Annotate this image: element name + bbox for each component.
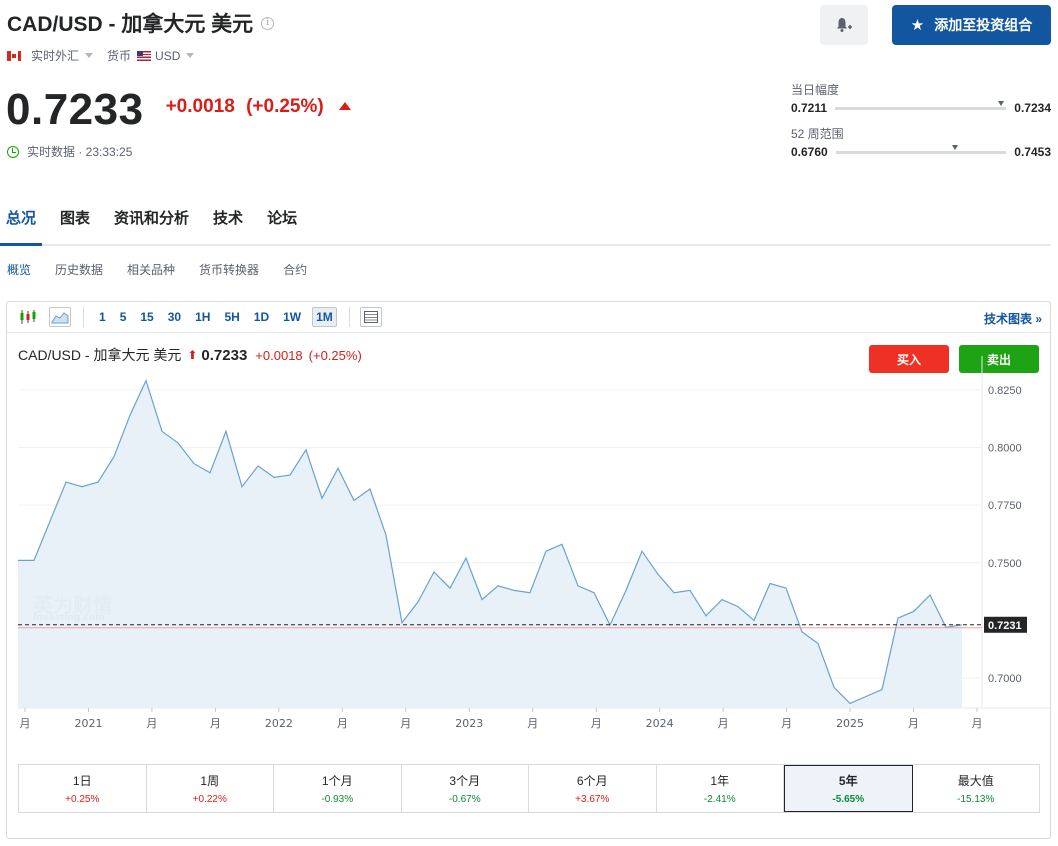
star-icon: ★ [910,17,925,34]
x-tick-label: 2022 [265,717,293,730]
subtab-related-instruments[interactable]: 相关品种 [127,261,175,278]
week52-range: 52 周范围 0.6760 0.7453 [791,125,1051,159]
currency-label: 货币 [107,49,132,63]
performance-period-value: -0.93% [321,794,354,805]
performance-period[interactable]: 5年 -5.65% [784,765,913,812]
tab-forum[interactable]: 论坛 [261,208,303,246]
x-tick-label: 月 [908,717,919,730]
performance-period[interactable]: 6个月 +3.67% [529,765,657,812]
info-icon[interactable]: i [261,16,275,30]
add-to-portfolio-label: 添加至投资组合 [934,17,1033,33]
day-range-bar [835,100,1007,110]
title-row: CAD/USD - 加拿大元 美元 i [7,8,275,38]
performance-period[interactable]: 1个月 -0.93% [274,765,402,812]
tab-news-analysis[interactable]: 资讯和分析 [108,208,195,246]
price-row: 0.7233 +0.0018 (+0.25%) [6,85,351,135]
subtab-currency-converter[interactable]: 货币转换器 [199,261,259,278]
chevron-down-icon[interactable] [186,53,195,58]
performance-period[interactable]: 最大值 -15.13% [913,765,1040,812]
performance-period-label: 3个月 [449,774,481,788]
x-tick-label: 月 [972,717,983,730]
performance-period[interactable]: 3个月 -0.67% [402,765,529,812]
chart-widget: 1 5 15 30 1H 5H 1D 1W 1M 技术图表 » CAD/USD … [6,301,1051,839]
up-triangle-icon [338,102,351,110]
day-range-high: 0.7234 [1014,101,1051,115]
x-tick-label: 2025 [836,717,864,730]
page-title: CAD/USD - 加拿大元 美元 [7,13,254,36]
x-tick-label: 月 [781,717,792,730]
x-tick-label: 月 [718,717,729,730]
live-status: 实时数据 · 23:33:25 [7,143,132,160]
y-tick-label: 0.8000 [988,442,1022,454]
price-alert-button[interactable] [820,5,868,45]
day-range: 当日幅度 0.7211 0.7234 [791,81,1051,115]
week52-range-marker [951,144,958,150]
performance-period-value: -15.13% [957,794,995,805]
x-tick-label: 2024 [646,717,674,730]
chevron-down-icon[interactable] [85,53,94,58]
day-range-low: 0.7211 [791,101,828,115]
y-tick-label: 0.7500 [988,558,1022,570]
x-tick-label: 月 [210,717,221,730]
day-range-label: 当日幅度 [791,83,840,97]
performance-period-label: 最大值 [957,774,994,788]
currency-selector[interactable]: USD [155,49,180,63]
current-price-label: 0.7231 [988,620,1022,632]
x-tick-label: 2023 [455,717,483,730]
bell-plus-icon [837,18,852,32]
subtab-contract[interactable]: 合约 [283,261,307,278]
market-selector[interactable]: 实时外汇 [31,47,79,64]
sub-tabs: 概览 历史数据 相关品种 货币转换器 合约 [7,261,331,278]
y-tick-label: 0.7750 [988,500,1022,512]
x-tick-label: 月 [591,717,602,730]
price-area-fill [18,380,962,708]
tab-chart[interactable]: 图表 [54,208,96,246]
performance-period-value: +3.67% [575,794,610,805]
subtab-historical-data[interactable]: 历史数据 [55,261,103,278]
week52-range-low: 0.6760 [791,145,828,159]
performance-period[interactable]: 1日 +0.25% [19,765,147,812]
performance-period[interactable]: 1周 +0.22% [147,765,274,812]
performance-period-value: -0.67% [448,794,481,805]
performance-period-label: 1年 [710,774,730,788]
performance-period-label: 1个月 [321,774,353,788]
price-change: +0.0018 (+0.25%) [166,96,351,118]
y-tick-label: 0.8250 [988,385,1022,397]
performance-period[interactable]: 1年 -2.41% [657,765,784,812]
x-tick-label: 月 [20,717,31,730]
last-price: 0.7233 [6,85,144,134]
day-range-marker [997,100,1004,106]
performance-period-label: 5年 [838,774,858,788]
performance-period-value: +0.22% [192,794,227,805]
week52-range-bar [835,144,1007,154]
change-value: +0.0018 [165,96,235,117]
performance-period-value: -2.41% [703,794,736,805]
performance-strip: 1日 +0.25% 1周 +0.22% 1个月 -0.93% 3个月 -0.67% 6个月 +3.… [18,764,1040,813]
y-tick-label: 0.7000 [988,673,1022,685]
x-tick-label: 月 [527,717,538,730]
performance-period-value: +0.25% [65,794,100,805]
x-tick-label: 月 [146,717,157,730]
price-area-chart[interactable]: 英为财情Investing.com0.82500.80000.77500.750… [7,302,1050,762]
subtab-overview[interactable]: 概览 [7,261,31,278]
performance-period-label: 6个月 [576,774,608,788]
main-tabs: 总况 图表 资讯和分析 技术 论坛 [0,208,1051,246]
us-flag-icon [137,50,152,61]
performance-period-label: 1日 [72,774,92,788]
meta-row: 实时外汇 货币 USD [7,47,208,64]
tab-technical[interactable]: 技术 [207,208,249,246]
clock-icon [7,145,19,158]
week52-range-high: 0.7453 [1014,145,1051,159]
performance-period-label: 1周 [200,774,220,788]
x-tick-label: 月 [400,717,411,730]
x-tick-label: 2021 [74,717,102,730]
change-percent: (+0.25%) [246,96,324,117]
x-tick-label: 月 [337,717,348,730]
canada-flag-icon [7,50,21,61]
performance-period-value: -5.65% [832,794,865,805]
week52-range-label: 52 周范围 [791,127,844,141]
tab-overview[interactable]: 总况 [0,208,43,246]
live-time: 实时数据 · 23:33:25 [27,145,133,159]
add-to-portfolio-button[interactable]: ★ 添加至投资组合 [892,5,1051,45]
